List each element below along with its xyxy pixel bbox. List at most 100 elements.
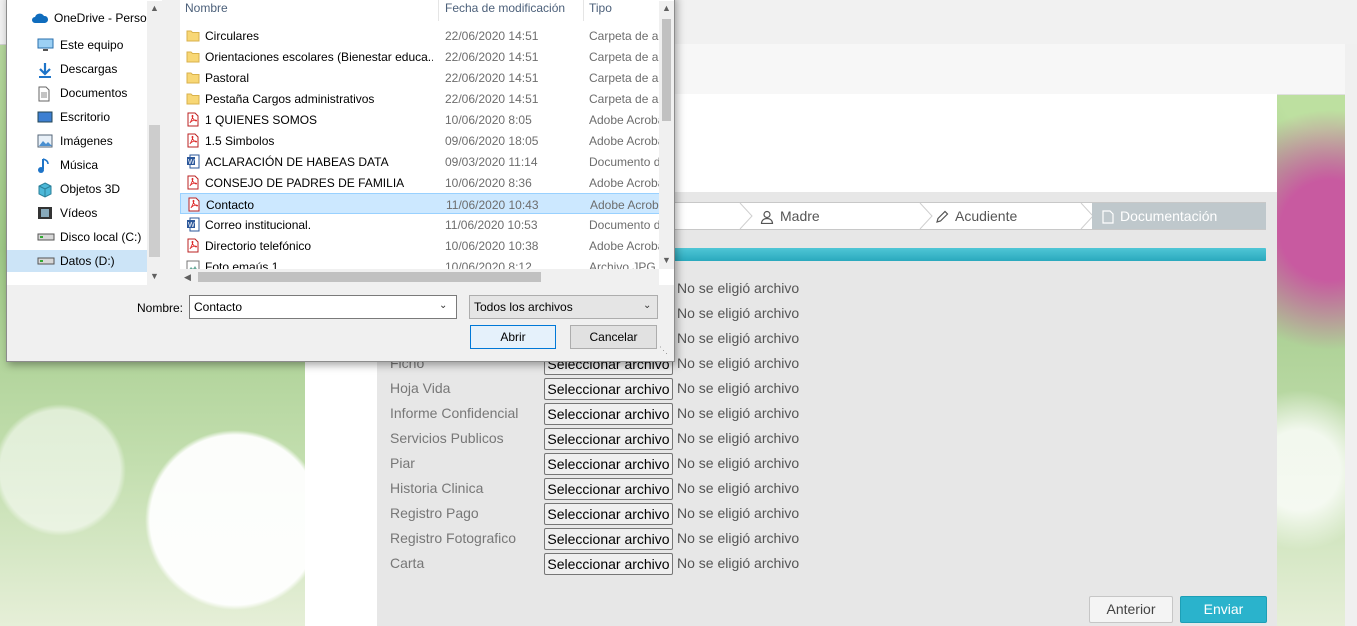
svg-text:W: W [188, 159, 195, 166]
chevron-down-icon[interactable]: ⌄ [643, 300, 651, 311]
nav-item[interactable]: Imágenes [7, 130, 151, 152]
file-name-input[interactable]: Contacto [189, 295, 457, 319]
column-separator[interactable] [438, 0, 439, 21]
select-file-button[interactable]: Seleccionar archivo [544, 403, 673, 425]
file-row[interactable]: Pastoral 22/06/2020 14:51 Carpeta de archi… [180, 67, 660, 88]
file-name: 1 QUIENES SOMOS [205, 113, 318, 127]
file-date: 11/06/2020 10:53 [445, 218, 538, 232]
scroll-down-arrow[interactable]: ▼ [150, 271, 159, 281]
column-header-date[interactable]: Fecha de modificación [445, 1, 565, 15]
resize-grip-icon[interactable]: ⋱ [659, 345, 671, 357]
navigation-scrollbar[interactable]: ▲ ▼ [147, 1, 162, 285]
scrollbar-thumb[interactable] [198, 272, 541, 282]
file-open-dialog: OneDrive - Personal Este equipo Descargas D… [6, 0, 675, 362]
file-row[interactable]: Circulares 22/06/2020 14:51 Carpeta de arc… [180, 25, 660, 46]
file-status-text: No se eligió archivo [677, 355, 800, 371]
previous-button[interactable]: Anterior [1089, 596, 1173, 623]
file-type: Carpeta de archivos [589, 71, 659, 85]
scrollbar-thumb[interactable] [662, 19, 671, 121]
nav-item[interactable]: Vídeos [7, 202, 151, 224]
step-separator [919, 203, 933, 229]
scroll-down-arrow[interactable]: ▼ [662, 255, 671, 265]
file-type-filter[interactable]: Todos los archivos [469, 295, 658, 319]
folder-icon [186, 70, 200, 85]
file-date: 22/06/2020 14:51 [445, 92, 539, 106]
cancel-button[interactable]: Cancelar [570, 325, 657, 349]
file-row[interactable]: Orientaciones escolares (Bienestar educa… [180, 46, 660, 67]
nav-item-label: Disco local (C:) [60, 230, 142, 244]
select-file-button[interactable]: Seleccionar archivo [544, 478, 673, 500]
nav-item[interactable]: Este equipo [7, 34, 151, 56]
column-separator[interactable] [583, 0, 584, 21]
file-row[interactable]: Directorio telefónico 10/06/2020 10:38 Ado… [180, 235, 660, 256]
nav-item-label: Imágenes [60, 134, 113, 148]
nav-item[interactable]: OneDrive - Personal [7, 7, 162, 29]
nav-item[interactable]: Descargas [7, 58, 151, 80]
pdf-icon [186, 112, 200, 127]
wizard-step-madre[interactable]: Madre [760, 203, 820, 229]
file-icon [1102, 210, 1114, 224]
step-separator [739, 203, 753, 229]
select-file-button[interactable]: Seleccionar archivo [544, 453, 673, 475]
select-file-button[interactable]: Seleccionar archivo [544, 428, 673, 450]
nav-item[interactable]: Escritorio [7, 106, 151, 128]
open-button[interactable]: Abrir [470, 325, 556, 349]
file-name: CONSEJO DE PADRES DE FAMILIA [205, 176, 405, 190]
file-status-text: No se eligió archivo [677, 405, 800, 421]
document-field-label: Hoja Vida [390, 380, 451, 396]
desktop-icon [37, 110, 53, 124]
nav-item-label: Objetos 3D [60, 182, 121, 196]
browser-scrollbar[interactable] [1345, 44, 1357, 626]
nav-item[interactable]: Música [7, 154, 151, 176]
document-field-label: Carta [390, 555, 425, 571]
document-field-row: Informe Confidencial Seleccionar archivo N… [390, 403, 810, 425]
column-header-name[interactable]: Nombre [185, 1, 228, 15]
file-list-vertical-scrollbar[interactable]: ▲ ▼ [659, 1, 674, 269]
chevron-down-icon[interactable]: ⌄ [439, 300, 447, 311]
select-file-button[interactable]: Seleccionar archivo [544, 378, 673, 400]
nav-item[interactable]: Objetos 3D [7, 178, 151, 200]
file-type: Carpeta de archivos [589, 50, 659, 64]
file-date: 10/06/2020 8:36 [445, 176, 532, 190]
file-name: Directorio telefónico [205, 239, 312, 253]
word-icon: W [186, 154, 200, 169]
file-row[interactable]: W ACLARACIÓN DE HABEAS DATA 09/03/2020 11:… [180, 151, 660, 172]
folder-icon [186, 91, 200, 106]
nav-item-label: Documentos [60, 86, 128, 100]
document-icon [37, 86, 53, 102]
wizard-steps: Madre Acudiente Documentación [673, 202, 1266, 230]
scroll-left-arrow[interactable]: ◀ [184, 272, 191, 283]
file-name: Contacto [206, 198, 255, 212]
file-date: 11/06/2020 10:43 [446, 198, 539, 212]
file-list: Nombre Fecha de modificación Tipo Circul… [180, 0, 674, 285]
svg-text:W: W [188, 222, 195, 229]
file-list-horizontal-scrollbar[interactable]: ◀ [180, 269, 659, 285]
cloud-icon [31, 11, 49, 25]
wizard-step-documentacion[interactable]: Documentación [1092, 203, 1266, 229]
pdf-icon [187, 197, 201, 212]
wizard-step-acudiente[interactable]: Acudiente [935, 203, 1017, 229]
nav-item[interactable]: Datos (D:) [7, 250, 151, 272]
file-status-text: No se eligió archivo [677, 430, 800, 446]
send-button[interactable]: Enviar [1180, 596, 1267, 623]
wizard-step-label: Acudiente [955, 208, 1018, 224]
scroll-up-arrow[interactable]: ▲ [662, 3, 671, 13]
nav-item-label: Música [60, 158, 99, 172]
file-row[interactable]: 1 QUIENES SOMOS 10/06/2020 8:05 Adobe Acro… [180, 109, 660, 130]
file-row[interactable]: CONSEJO DE PADRES DE FAMILIA 10/06/2020 8… [180, 172, 660, 193]
drive-icon [37, 230, 55, 244]
file-row[interactable]: Pestaña Cargos administrativos 22/06/2020… [180, 88, 660, 109]
file-name: 1.5 Simbolos [205, 134, 275, 148]
nav-item[interactable]: Disco local (C:) [7, 226, 151, 248]
file-row[interactable]: W Correo institucional. 11/06/2020 10:53 Do… [180, 214, 660, 235]
column-header-type[interactable]: Tipo [589, 1, 612, 15]
file-row[interactable]: 1.5 Simbolos 09/06/2020 18:05 Adobe Acroba… [180, 130, 660, 151]
nav-item[interactable]: Documentos [7, 82, 151, 104]
select-file-button[interactable]: Seleccionar archivo [544, 528, 673, 550]
file-type: Adobe Acrobat [589, 176, 659, 190]
scrollbar-thumb[interactable] [149, 125, 160, 257]
select-file-button[interactable]: Seleccionar archivo [544, 503, 673, 525]
select-file-button[interactable]: Seleccionar archivo [544, 553, 673, 575]
file-row[interactable]: Contacto 11/06/2020 10:43 Adobe Acrobat [180, 193, 660, 214]
scroll-up-arrow[interactable]: ▲ [150, 3, 159, 13]
